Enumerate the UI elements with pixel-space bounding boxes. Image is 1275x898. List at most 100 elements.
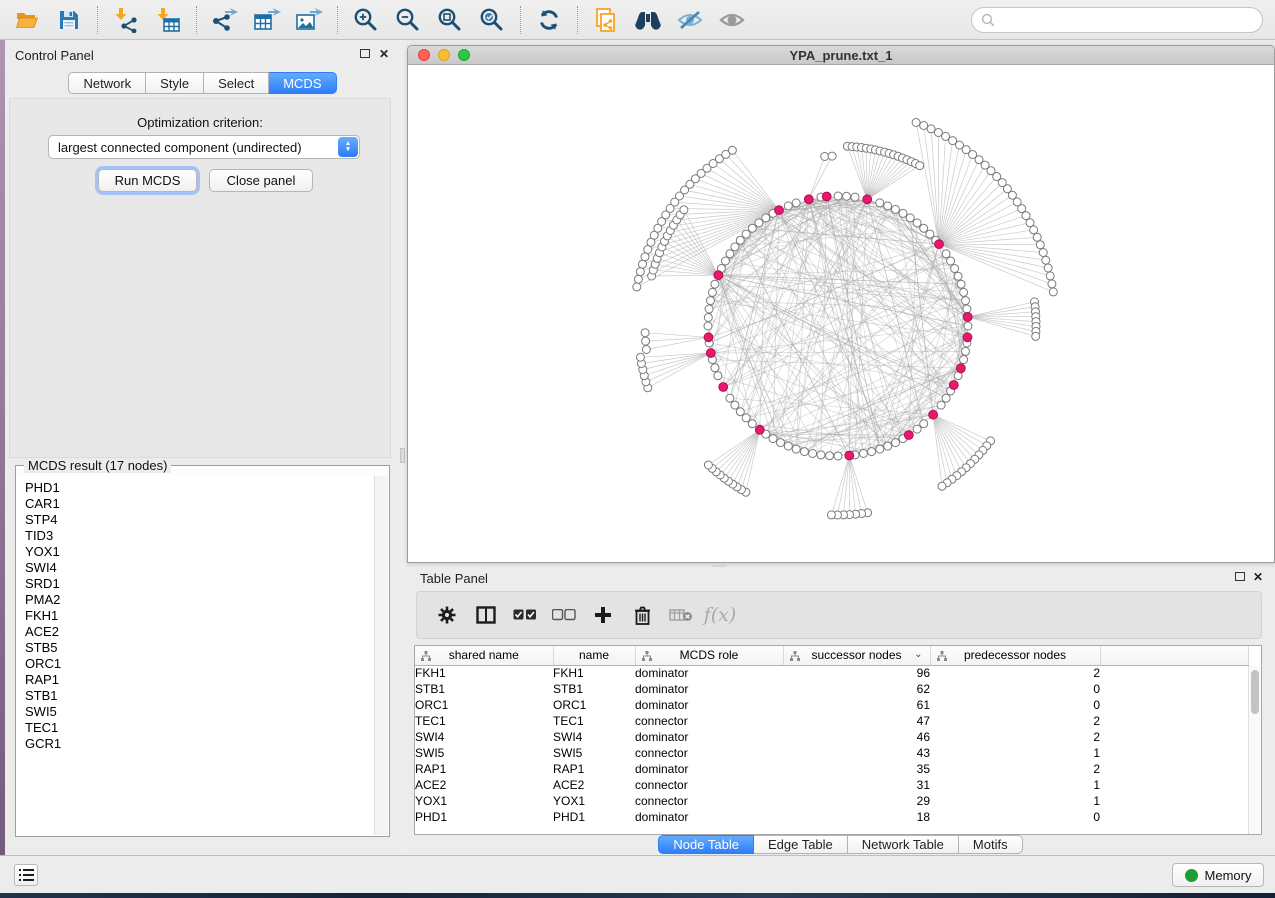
network-node[interactable] <box>736 408 744 416</box>
col-successor-nodes[interactable]: successor nodes ⌄ <box>783 646 930 665</box>
network-node[interactable] <box>639 260 647 268</box>
mcds-node[interactable] <box>963 313 972 322</box>
network-node[interactable] <box>1032 332 1040 340</box>
network-node[interactable] <box>731 401 739 409</box>
tab-motifs[interactable]: Motifs <box>959 835 1023 854</box>
mcds-result-item[interactable]: ACE2 <box>25 624 374 640</box>
network-node[interactable] <box>704 461 712 469</box>
export-network-button[interactable] <box>204 3 246 37</box>
network-node[interactable] <box>926 230 934 238</box>
tab-network[interactable]: Network <box>68 72 146 94</box>
add-column-button[interactable] <box>591 603 615 627</box>
network-node[interactable] <box>876 445 884 453</box>
table-row[interactable]: SWI5SWI5connector431 <box>415 745 1249 761</box>
mcds-result-item[interactable]: SRD1 <box>25 576 374 592</box>
mcds-node[interactable] <box>845 451 854 460</box>
network-node[interactable] <box>920 224 928 232</box>
network-node[interactable] <box>937 401 945 409</box>
clone-network-button[interactable] <box>585 3 627 37</box>
mcds-result-item[interactable]: FKH1 <box>25 608 374 624</box>
close-panel-button[interactable]: Close panel <box>209 169 313 192</box>
network-node[interactable] <box>1049 288 1057 296</box>
import-table-button[interactable] <box>147 3 189 37</box>
delete-table-button[interactable] <box>669 603 693 627</box>
zoom-in-button[interactable] <box>345 3 387 37</box>
zoom-fit-button[interactable] <box>429 3 471 37</box>
table-row[interactable]: ORC1ORC1dominator610 <box>415 697 1249 713</box>
minimize-window-icon[interactable] <box>438 49 450 61</box>
mcds-node[interactable] <box>755 425 764 434</box>
table-scrollbar[interactable] <box>1248 666 1261 834</box>
open-file-button[interactable] <box>6 3 48 37</box>
network-node[interactable] <box>927 125 935 133</box>
network-node[interactable] <box>934 129 942 137</box>
network-node[interactable] <box>792 199 800 207</box>
network-node[interactable] <box>1044 264 1052 272</box>
table-row[interactable]: ACE2ACE2connector311 <box>415 777 1249 793</box>
mcds-result-item[interactable]: SWI5 <box>25 704 374 720</box>
mcds-node[interactable] <box>704 333 713 342</box>
mcds-node[interactable] <box>935 240 944 249</box>
tab-style[interactable]: Style <box>146 72 204 94</box>
export-image-button[interactable] <box>288 3 330 37</box>
network-node[interactable] <box>964 322 972 330</box>
mcds-result-item[interactable]: TEC1 <box>25 720 374 736</box>
network-node[interactable] <box>899 209 907 217</box>
network-node[interactable] <box>843 192 851 200</box>
mcds-node[interactable] <box>963 333 972 342</box>
network-node[interactable] <box>784 442 792 450</box>
mcds-result-item[interactable]: RAP1 <box>25 672 374 688</box>
import-network-button[interactable] <box>105 3 147 37</box>
memory-button[interactable]: Memory <box>1172 863 1264 887</box>
mcds-result-item[interactable]: TID3 <box>25 528 374 544</box>
mcds-node[interactable] <box>706 349 715 358</box>
network-node[interactable] <box>1036 241 1044 249</box>
run-mcds-button[interactable]: Run MCDS <box>98 169 197 192</box>
network-node[interactable] <box>637 353 645 361</box>
save-session-button[interactable] <box>48 3 90 37</box>
network-node[interactable] <box>809 450 817 458</box>
network-node[interactable] <box>913 219 921 227</box>
network-node[interactable] <box>726 250 734 258</box>
network-node[interactable] <box>1046 272 1054 280</box>
global-search-field[interactable] <box>971 7 1263 33</box>
refresh-view-button[interactable] <box>528 3 570 37</box>
network-node[interactable] <box>892 205 900 213</box>
zoom-window-icon[interactable] <box>458 49 470 61</box>
network-node[interactable] <box>817 451 825 459</box>
network-canvas[interactable] <box>408 65 1274 562</box>
mcds-result-item[interactable]: STB5 <box>25 640 374 656</box>
network-window-titlebar[interactable]: YPA_prune.txt_1 <box>408 46 1274 65</box>
network-node[interactable] <box>1030 226 1038 234</box>
close-window-icon[interactable] <box>418 49 430 61</box>
search-input[interactable] <box>995 13 1262 28</box>
network-node[interactable] <box>851 193 859 201</box>
network-node[interactable] <box>951 265 959 273</box>
network-node[interactable] <box>859 450 867 458</box>
criterion-dropdown[interactable]: largest connected component (undirected)… <box>48 135 360 159</box>
network-node[interactable] <box>731 243 739 251</box>
network-node[interactable] <box>834 192 842 200</box>
mcds-node[interactable] <box>957 364 966 373</box>
network-node[interactable] <box>642 337 650 345</box>
mcds-node[interactable] <box>863 195 872 204</box>
network-node[interactable] <box>884 202 892 210</box>
network-node[interactable] <box>728 146 736 154</box>
deselect-all-button[interactable] <box>552 603 576 627</box>
mcds-node[interactable] <box>822 192 831 201</box>
table-row[interactable]: YOX1YOX1connector291 <box>415 793 1249 809</box>
tab-edge-table[interactable]: Edge Table <box>754 835 848 854</box>
network-node[interactable] <box>827 511 835 519</box>
network-node[interactable] <box>942 394 950 402</box>
table-row[interactable]: RAP1RAP1dominator352 <box>415 761 1249 777</box>
search-network-button[interactable] <box>627 3 669 37</box>
table-row[interactable]: PHD1PHD1dominator180 <box>415 809 1249 825</box>
network-node[interactable] <box>726 394 734 402</box>
mcds-node[interactable] <box>714 271 723 280</box>
network-node[interactable] <box>711 280 719 288</box>
network-node[interactable] <box>711 364 719 372</box>
network-node[interactable] <box>708 288 716 296</box>
network-node[interactable] <box>963 305 971 313</box>
mcds-result-item[interactable]: ORC1 <box>25 656 374 672</box>
network-node[interactable] <box>1042 256 1050 264</box>
